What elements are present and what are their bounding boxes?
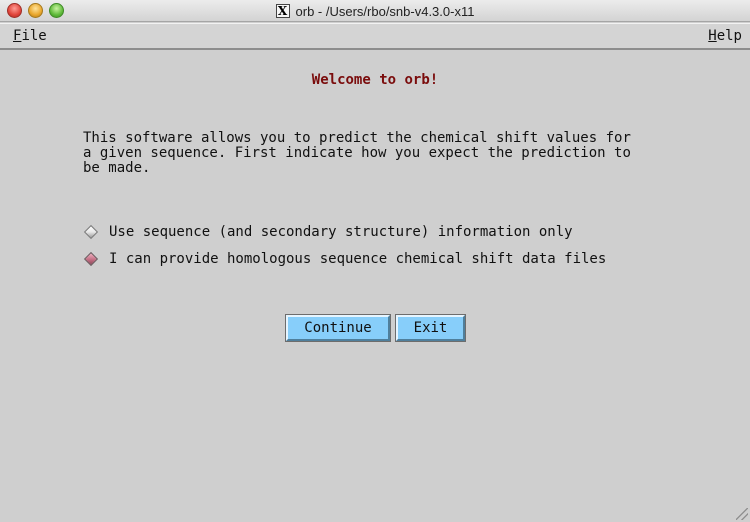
description-text: This software allows you to predict the …	[83, 130, 631, 176]
radio-unselected-icon[interactable]	[83, 224, 99, 240]
radio-label-sequence-only: Use sequence (and secondary structure) i…	[109, 224, 573, 240]
menu-file-label: ile	[21, 28, 47, 44]
window-title: orb - /Users/rbo/snb-v4.3.0-x11	[295, 3, 475, 19]
x11-icon: X	[275, 4, 290, 18]
menu-help-mnemonic: H	[708, 28, 717, 44]
menu-file[interactable]: File	[13, 28, 47, 44]
radio-label-homologous-data: I can provide homologous sequence chemic…	[109, 251, 607, 267]
menu-help-label: elp	[716, 28, 742, 44]
continue-button[interactable]: Continue	[285, 314, 391, 342]
exit-button[interactable]: Exit	[395, 314, 466, 342]
menu-bar: File Help	[0, 23, 750, 50]
radio-selected-icon[interactable]	[83, 251, 99, 267]
radio-option-homologous-data[interactable]: I can provide homologous sequence chemic…	[83, 250, 607, 268]
radio-option-sequence-only[interactable]: Use sequence (and secondary structure) i…	[83, 223, 573, 241]
window-titlebar[interactable]: X orb - /Users/rbo/snb-v4.3.0-x11	[0, 0, 750, 22]
welcome-heading: Welcome to orb!	[311, 72, 439, 88]
resize-grip-icon[interactable]	[736, 508, 748, 520]
menu-help[interactable]: Help	[708, 28, 742, 44]
window-title-group: X orb - /Users/rbo/snb-v4.3.0-x11	[0, 3, 750, 19]
